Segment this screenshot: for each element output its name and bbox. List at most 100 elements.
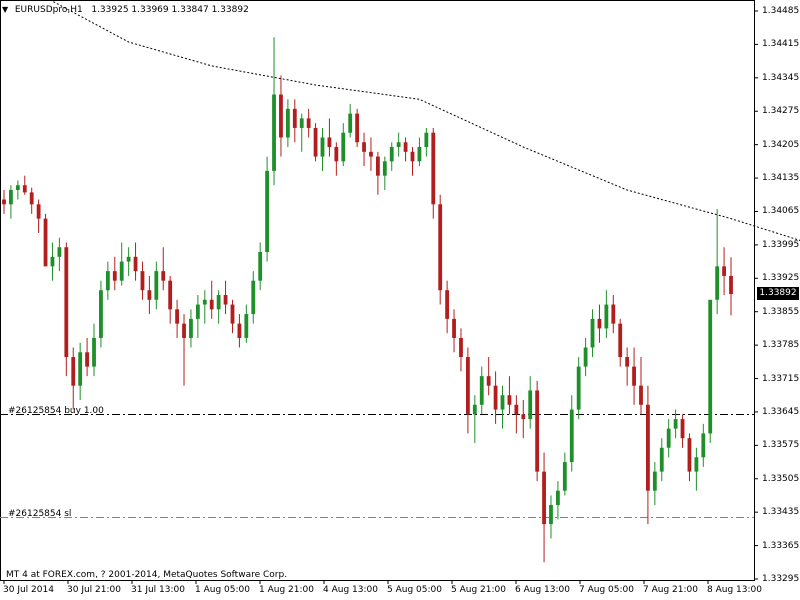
- candle-body: [168, 280, 173, 310]
- candle: [119, 242, 124, 286]
- candle: [251, 271, 256, 324]
- candle: [472, 395, 477, 443]
- candle: [133, 242, 138, 281]
- candle-body: [535, 390, 540, 472]
- candle: [507, 376, 512, 415]
- copyright-text: MT 4 at FOREX.com, ? 2001-2014, MetaQuot…: [6, 570, 288, 580]
- price-tick-label: 1.34275: [762, 106, 800, 117]
- candle-body: [209, 299, 214, 310]
- time-tick-label: 4 Aug 13:00: [323, 585, 378, 595]
- candle-body: [112, 271, 117, 281]
- candle-body: [223, 295, 228, 305]
- candle: [715, 209, 720, 315]
- candle-body: [299, 118, 304, 128]
- candle: [36, 199, 41, 233]
- candle-body: [320, 137, 325, 157]
- candle-body: [729, 275, 733, 295]
- candle: [445, 280, 450, 334]
- candle-body: [327, 137, 332, 148]
- candle-body: [43, 218, 48, 267]
- stop-loss-label[interactable]: #26125854 sl: [8, 509, 71, 519]
- candle: [632, 347, 636, 405]
- candle: [652, 462, 657, 506]
- candle-body: [105, 271, 110, 291]
- candle: [57, 237, 62, 272]
- candle-body: [639, 385, 643, 405]
- candle-body: [521, 414, 526, 420]
- candle: [29, 187, 34, 214]
- candle-body: [701, 433, 706, 458]
- chart-canvas[interactable]: [0, 0, 800, 600]
- candle: [202, 290, 207, 324]
- candle-body: [285, 108, 290, 138]
- candle-body: [119, 261, 124, 281]
- time-tick-label: 6 Aug 13:00: [515, 585, 570, 595]
- candle-body: [528, 390, 533, 420]
- candle: [216, 290, 221, 324]
- symbol-label: EURUSDpro,H1: [14, 5, 83, 15]
- candle-body: [375, 156, 380, 176]
- candle: [272, 37, 276, 186]
- candle: [2, 189, 6, 214]
- candle-body: [50, 256, 55, 267]
- candle-body: [140, 271, 145, 291]
- candle: [341, 123, 346, 167]
- buy-order-label[interactable]: #26125854 buy 1.00: [8, 406, 104, 416]
- candle: [71, 347, 76, 410]
- candle: [722, 247, 726, 295]
- candle-body: [244, 314, 249, 338]
- candle: [666, 419, 671, 458]
- candle-body: [465, 357, 470, 415]
- candle: [230, 299, 235, 334]
- candle-body: [597, 318, 602, 329]
- candle: [486, 357, 491, 396]
- price-tick-label: 1.34415: [762, 39, 800, 50]
- candle: [43, 213, 48, 267]
- candle-body: [396, 142, 401, 148]
- candle: [223, 280, 228, 315]
- candle: [590, 309, 595, 358]
- candle-body: [251, 280, 256, 315]
- candle-body: [15, 185, 20, 190]
- candle-body: [36, 204, 41, 219]
- candle-body: [292, 108, 297, 128]
- candle: [569, 395, 574, 472]
- candle: [521, 400, 526, 439]
- candle: [500, 385, 505, 429]
- candle-body: [22, 185, 27, 193]
- candle-body: [362, 142, 366, 152]
- candle-body: [590, 318, 595, 348]
- candle: [694, 447, 699, 491]
- candle-body: [472, 404, 477, 415]
- candle-body: [438, 204, 443, 291]
- candle: [438, 194, 443, 305]
- candle: [535, 380, 540, 482]
- candle: [625, 347, 630, 386]
- time-tick-label: 1 Aug 21:00: [259, 585, 314, 595]
- candle: [355, 108, 360, 148]
- price-tick-label: 1.33645: [762, 406, 800, 417]
- plot-border: [0, 0, 755, 581]
- candle: [375, 151, 380, 195]
- candle: [452, 309, 456, 353]
- candle: [673, 409, 678, 439]
- candle-body: [562, 462, 567, 491]
- candle: [64, 242, 69, 377]
- candle-body: [57, 247, 62, 257]
- candle: [279, 75, 283, 157]
- candle-body: [569, 409, 574, 463]
- candle: [389, 142, 394, 171]
- chart-header: ▼ EURUSDpro,H1 1.33925 1.33969 1.33847 1…: [2, 3, 249, 17]
- time-tick-label: 30 Jul 2014: [3, 585, 54, 595]
- candle: [22, 175, 27, 195]
- candle: [161, 247, 166, 291]
- ohlc-values: 1.33925 1.33969 1.33847 1.33892: [91, 5, 249, 15]
- candle: [708, 299, 713, 443]
- candle: [292, 99, 297, 143]
- candle-body: [182, 323, 186, 338]
- candle: [556, 481, 560, 520]
- candle: [147, 275, 152, 315]
- dropdown-triangle-icon[interactable]: ▼: [2, 3, 12, 17]
- candle: [611, 295, 616, 334]
- candle-body: [189, 318, 193, 338]
